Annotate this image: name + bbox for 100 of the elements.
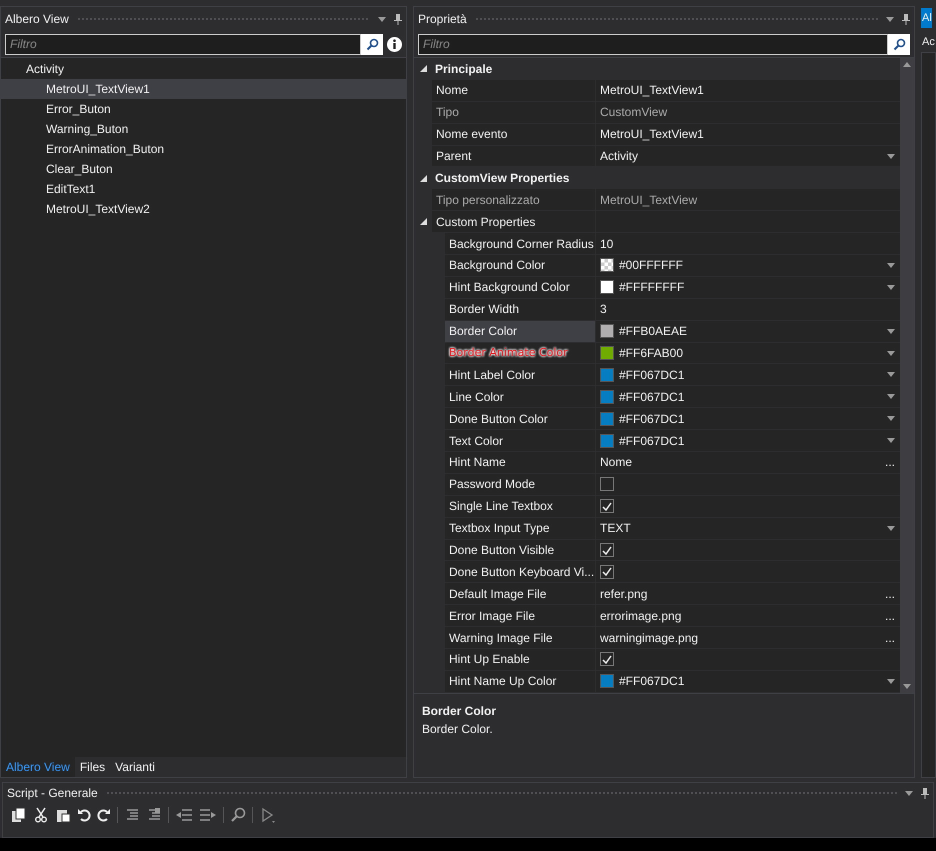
property-name-cell[interactable]: Hint Background Color <box>445 276 595 298</box>
copy-icon[interactable] <box>11 807 27 823</box>
property-value[interactable]: #FF067DC1 <box>619 410 684 428</box>
outdent-icon[interactable] <box>175 807 193 823</box>
property-name-cell[interactable]: Done Button Visible <box>445 540 595 560</box>
filter-field[interactable]: Filtro <box>418 34 888 54</box>
tree-item[interactable]: MetroUI_TextView2 <box>1 199 406 219</box>
dropdown-icon[interactable] <box>905 790 913 796</box>
checkbox[interactable] <box>600 499 614 514</box>
tree-item[interactable]: ErrorAnimation_Buton <box>1 139 406 159</box>
property-name-cell[interactable]: Parent <box>432 146 595 166</box>
property-value[interactable]: #FFB0AEAE <box>619 322 688 340</box>
property-value[interactable]: #00FFFFFF <box>619 256 684 274</box>
dropdown-icon[interactable] <box>887 284 895 290</box>
property-value[interactable]: refer.png <box>600 584 648 603</box>
property-name-cell[interactable]: Nome <box>432 80 595 101</box>
tab[interactable]: Albero View <box>1 757 75 777</box>
property-name-cell[interactable]: Border Width <box>445 298 595 320</box>
property-value[interactable]: #FFFFFFFF <box>619 278 684 296</box>
property-name-cell[interactable]: Done Button Color <box>445 408 595 430</box>
checkbox[interactable] <box>600 652 614 666</box>
property-name-cell[interactable]: Error Image File <box>445 605 595 626</box>
dropdown-icon[interactable] <box>887 328 895 334</box>
property-name-cell[interactable]: Warning Image File <box>445 627 595 648</box>
scrollbar[interactable] <box>900 58 914 693</box>
property-name-cell[interactable]: Hint Name <box>445 452 595 473</box>
property-value[interactable]: Activity <box>600 147 638 165</box>
search-icon[interactable] <box>892 38 906 50</box>
property-name-cell[interactable]: Done Button Keyboard Vi... <box>445 561 595 582</box>
expand-icon[interactable] <box>420 65 427 72</box>
tree-item[interactable]: EditText1 <box>1 179 406 199</box>
pin-icon[interactable] <box>902 14 910 24</box>
property-name-cell[interactable]: Hint Up Enable <box>445 649 595 670</box>
checkbox[interactable] <box>600 564 614 579</box>
property-value[interactable]: 3 <box>600 300 607 318</box>
property-value[interactable]: #FF6FAB00 <box>619 344 684 362</box>
dropdown-icon[interactable] <box>887 416 895 422</box>
panel-tab[interactable]: Al <box>921 8 932 28</box>
dropdown-icon[interactable] <box>887 154 895 158</box>
property-name-cell[interactable]: Text Color <box>445 430 595 452</box>
search-button[interactable] <box>361 34 383 54</box>
tree-item[interactable]: Error_Buton <box>1 99 406 119</box>
property-name-cell[interactable]: Single Line Textbox <box>445 496 595 517</box>
dropdown-icon[interactable] <box>887 262 895 268</box>
info-icon[interactable] <box>387 36 402 52</box>
dropdown-icon[interactable] <box>887 372 895 378</box>
property-name-cell[interactable]: Textbox Input Type <box>445 518 595 539</box>
property-name-cell[interactable]: Hint Label Color <box>445 364 595 386</box>
dropdown-icon[interactable] <box>887 526 895 531</box>
scroll-up-icon[interactable] <box>903 62 911 67</box>
expand-icon[interactable] <box>420 174 427 182</box>
dropdown-icon[interactable] <box>378 16 386 22</box>
property-value[interactable]: errorimage.png <box>600 606 682 625</box>
property-value[interactable]: #FF067DC1 <box>619 432 684 450</box>
redo-icon[interactable] <box>97 808 111 822</box>
property-value[interactable]: #FF067DC1 <box>619 672 684 690</box>
search-button[interactable] <box>888 34 910 54</box>
property-value[interactable]: #FF067DC1 <box>619 366 684 384</box>
tree-item[interactable]: MetroUI_TextView1 <box>1 79 406 99</box>
checkbox[interactable] <box>600 477 614 492</box>
tab[interactable]: Varianti <box>110 757 160 777</box>
tree-item[interactable]: Activity <box>1 59 406 79</box>
dropdown-icon[interactable] <box>887 438 895 444</box>
property-name-cell[interactable]: Nome evento <box>432 124 595 145</box>
comment-icon[interactable] <box>124 807 140 823</box>
property-name-cell[interactable]: Password Mode <box>445 474 595 495</box>
search-icon[interactable] <box>230 807 246 823</box>
dropdown-icon[interactable] <box>887 394 895 400</box>
property-name-cell[interactable]: Border Color <box>445 320 595 342</box>
pin-icon[interactable] <box>394 14 402 24</box>
dropdown-icon[interactable] <box>886 16 894 22</box>
checkbox[interactable] <box>600 543 614 558</box>
property-value[interactable]: warningimage.png <box>600 628 698 647</box>
search-icon[interactable] <box>366 38 378 50</box>
ellipsis-button[interactable]: ... <box>884 453 895 472</box>
property-value[interactable]: TEXT <box>600 519 631 538</box>
clipboard-icon[interactable] <box>55 807 71 823</box>
tree-item[interactable]: Warning_Buton <box>1 119 406 139</box>
dropdown-icon[interactable] <box>887 350 895 356</box>
property-name-cell[interactable]: Default Image File <box>445 583 595 604</box>
property-value[interactable]: #FF067DC1 <box>619 388 684 406</box>
scissors-icon[interactable] <box>33 807 49 823</box>
indent-icon[interactable] <box>199 807 217 823</box>
tab[interactable]: Files <box>74 757 110 777</box>
property-value[interactable]: Nome <box>600 453 632 472</box>
scroll-down-icon[interactable] <box>903 684 911 689</box>
undo-icon[interactable] <box>77 808 91 822</box>
ellipsis-button[interactable]: ... <box>884 628 895 647</box>
pin-icon[interactable] <box>921 788 929 798</box>
property-name-cell[interactable]: Background Corner Radius <box>445 233 595 254</box>
ellipsis-button[interactable]: ... <box>884 606 895 625</box>
property-name-cell[interactable]: Line Color <box>445 386 595 408</box>
property-name-cell[interactable]: Background Color <box>445 255 595 276</box>
tree-item[interactable]: Clear_Buton <box>1 159 406 179</box>
expand-icon[interactable] <box>420 218 426 226</box>
uncomment-icon[interactable] <box>146 807 162 823</box>
filter-field[interactable]: Filtro <box>5 34 361 54</box>
property-name-cell[interactable]: Hint Name Up Color <box>445 670 595 692</box>
property-value[interactable]: 10 <box>600 234 614 253</box>
dropdown-icon[interactable] <box>887 678 895 684</box>
